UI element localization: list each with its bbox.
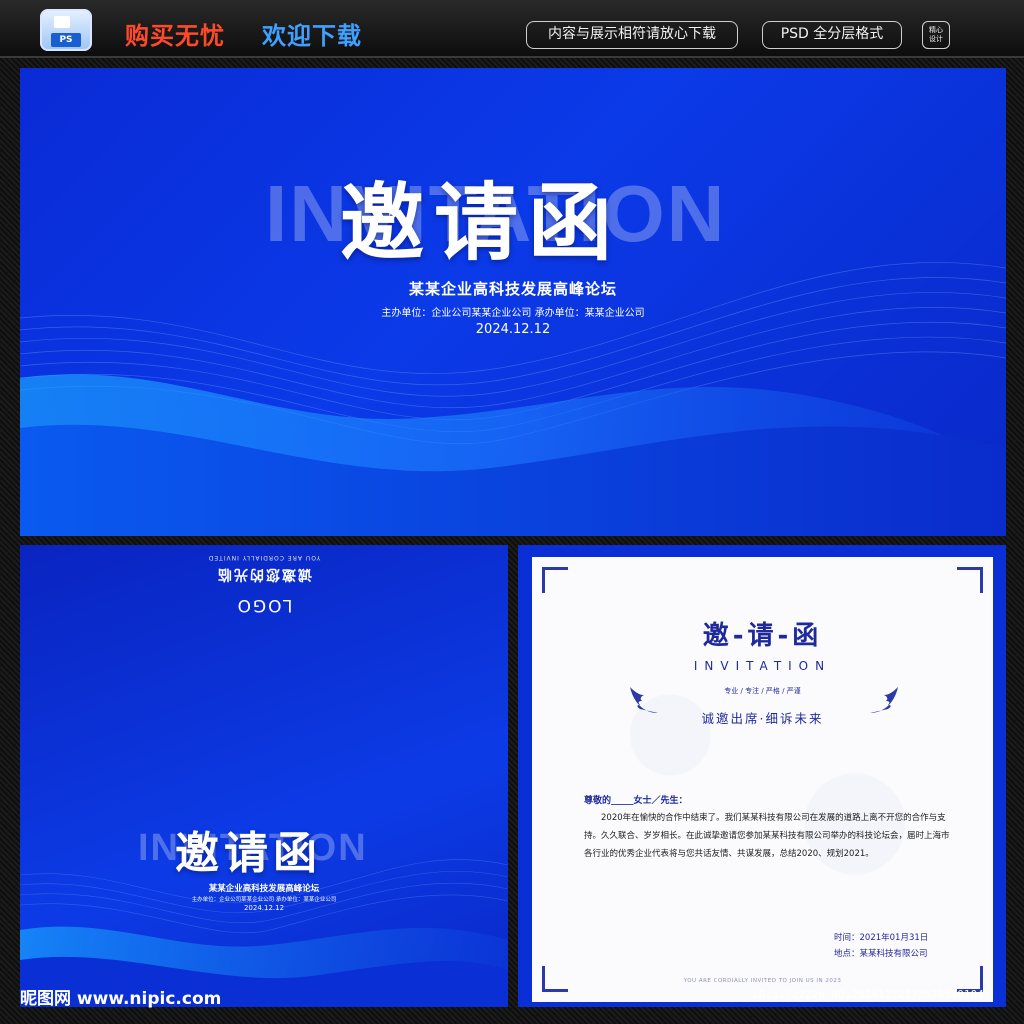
psd-file-icon: PS	[40, 9, 92, 51]
corner-ornament-tr	[957, 567, 983, 593]
card-subtitle: 某某企业高科技发展高峰论坛	[208, 884, 320, 894]
invitation-card-cover: LOGO 诚邀您的光临 YOU ARE CORDIALLY INVITED IN…	[20, 545, 508, 1007]
letter-title: 邀-请-函	[702, 621, 823, 651]
letter-slogan: 诚邀出席·细诉未来	[701, 711, 824, 726]
slogan-buy-worry-free: 购买无忧	[125, 22, 225, 50]
slogan-welcome-download: 欢迎下载	[262, 22, 362, 50]
corner-ornament-tl	[542, 567, 568, 593]
wave-decoration	[20, 262, 1006, 536]
seal-line-1: 精心	[929, 26, 943, 34]
banner-date: 2024.12.12	[475, 322, 551, 337]
banner-subtitle: 某某企业高科技发展高峰论坛	[408, 280, 617, 298]
banner-organizers: 主办单位：企业公司某某企业公司 承办单位：某某企业公司	[381, 308, 645, 319]
content-matches-badge: 内容与展示相符请放心下载	[526, 21, 738, 49]
invitation-letter: 邀-请-函 INVITATION 专业 / 专注 / 严格 / 严谨 诚邀出席·…	[532, 557, 993, 1002]
seal-line-2: 设计	[929, 35, 943, 43]
banner-title: 邀请函	[340, 174, 623, 272]
wing-left-icon	[630, 687, 658, 713]
back-logo: LOGO	[235, 595, 293, 615]
ps-tag: PS	[51, 33, 81, 47]
invitation-card-inner: 邀-请-函 INVITATION 专业 / 专注 / 严格 / 严谨 诚邀出席·…	[518, 545, 1006, 1007]
letter-keywords: 专业 / 专注 / 严格 / 严谨	[724, 687, 801, 695]
letter-place: 地点：某某科技有限公司	[834, 949, 928, 959]
image-id-label: ID:31727226 NO:20241212173539530104	[752, 988, 984, 1001]
card-title: 邀请函	[175, 828, 322, 879]
letter-body: 2020年在愉快的合作中结束了。我们某某科技有限公司在发展的道路上离不开您的合作…	[584, 813, 950, 859]
letter-footer-en: YOU ARE CORDIALLY INVITED TO JOIN US IN …	[683, 978, 842, 984]
letter-salutation: 尊敬的_____女士／先生：	[584, 796, 688, 806]
letter-en-title: INVITATION	[693, 659, 832, 673]
top-bar: PS 购买无忧 欢迎下载 内容与展示相符请放心下载 PSD 全分层格式 精心 设…	[0, 0, 1024, 58]
design-seal: 精心 设计	[922, 21, 950, 49]
back-slogan: 诚邀您的光临	[216, 566, 312, 582]
psd-format-badge: PSD 全分层格式	[762, 21, 902, 49]
site-watermark-logo: 昵图网 www.nipic.com	[20, 989, 222, 1009]
wing-right-icon	[870, 687, 898, 713]
invitation-banner-preview: INVITATION 邀请函 某某企业高科技发展高峰论坛 主办单位：企业公司某某…	[20, 68, 1006, 536]
file-sheet-icon	[54, 16, 70, 28]
back-tagline: YOU ARE CORDIALLY INVITED	[207, 554, 321, 561]
letter-time: 时间：2021年01月31日	[834, 933, 929, 943]
card-date: 2024.12.12	[243, 904, 285, 912]
card-organizers: 主办单位：企业公司某某企业公司 承办单位：某某企业公司	[191, 897, 337, 903]
